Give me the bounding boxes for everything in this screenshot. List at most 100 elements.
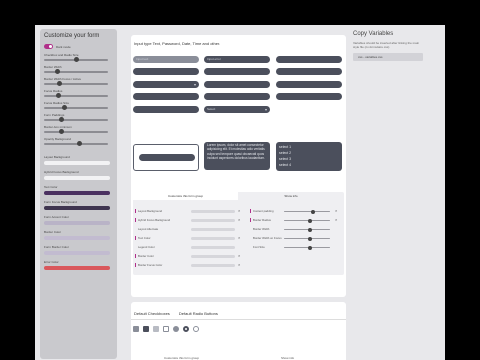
slider-track[interactable] [44, 93, 108, 98]
form-input[interactable] [133, 93, 199, 100]
color-label: Form Border Color [44, 245, 69, 249]
sidebar-color-row: Form Accent Color [44, 215, 113, 225]
slider-knob[interactable] [311, 209, 316, 214]
row-track[interactable] [191, 236, 235, 240]
slider-track[interactable] [44, 105, 108, 110]
slider-knob[interactable] [57, 81, 63, 86]
slider-knob[interactable] [308, 245, 313, 250]
form-input[interactable] [276, 68, 342, 75]
radio-button[interactable] [193, 326, 199, 332]
row-track[interactable] [191, 263, 235, 267]
slider-track[interactable] [44, 129, 108, 134]
slider-label: Border Width [44, 65, 62, 69]
slider-knob[interactable] [308, 236, 313, 241]
form-input[interactable] [133, 68, 199, 75]
close-icon[interactable]: × [238, 235, 240, 241]
close-icon[interactable]: × [238, 208, 240, 214]
slider-knob[interactable] [74, 57, 79, 62]
outline-field[interactable] [133, 144, 199, 171]
form-input[interactable] [276, 56, 342, 63]
form-input[interactable] [276, 93, 342, 100]
dark-mode-toggle[interactable] [44, 44, 53, 49]
variables-code-box[interactable]: css - variables.css [353, 53, 423, 61]
checkbox[interactable] [133, 326, 139, 332]
sidebar-color-row: Form Border Color [44, 245, 113, 255]
copy-variables-panel: Copy Variables Variables should be inser… [353, 31, 445, 360]
form-input[interactable] [133, 106, 199, 113]
form-input[interactable]: Input text [133, 56, 199, 63]
row-marker [250, 218, 251, 222]
color-swatch[interactable] [44, 221, 110, 225]
panel-row: Border Radius × [250, 217, 342, 223]
row-slider[interactable] [284, 245, 330, 250]
tab-default-radios[interactable]: Default Radio Buttons [179, 311, 218, 316]
tab-divider [131, 319, 346, 320]
textarea[interactable]: Lorem ipsum, dolor sit amet consectetur … [204, 142, 270, 170]
row-track[interactable] [191, 245, 235, 249]
slider-knob[interactable] [77, 141, 82, 146]
row-slider[interactable] [284, 218, 330, 223]
close-icon[interactable]: × [238, 217, 240, 223]
row-slider[interactable] [284, 227, 330, 232]
sidebar-color-row: Error Color [44, 260, 113, 270]
checkbox-radio-tabs: Default Checkboxes Default Radio Buttons [134, 311, 226, 316]
card2-footer-left[interactable]: Customize this form group [164, 356, 199, 360]
panel-row: Text Color × [135, 235, 243, 241]
color-swatch[interactable] [44, 251, 110, 255]
slider-knob[interactable] [56, 93, 61, 98]
tab-customize-group[interactable]: Customize this form group [133, 192, 238, 200]
row-slider[interactable] [284, 236, 330, 241]
slider-knob[interactable] [59, 129, 64, 134]
color-swatch[interactable] [44, 161, 110, 165]
color-swatch[interactable] [44, 176, 110, 180]
row-track[interactable] [191, 209, 235, 213]
checkbox-radio-card: Default Checkboxes Default Radio Buttons… [131, 302, 346, 360]
slider-track[interactable] [44, 117, 108, 122]
radio-button[interactable] [183, 326, 189, 332]
slider-track[interactable] [44, 81, 108, 86]
form-input[interactable]: Input error [204, 56, 270, 63]
listbox-option[interactable]: select 4 [279, 162, 339, 168]
slider-knob[interactable] [308, 227, 313, 232]
panel-row: Border Width [250, 226, 342, 232]
sidebar-slider-row: Checkbox and Radio Size [44, 53, 113, 62]
color-label: Hybrid Focus Background [44, 170, 79, 174]
color-swatch[interactable] [44, 236, 110, 240]
form-input[interactable] [133, 81, 199, 88]
form-input[interactable]: Select [204, 106, 270, 113]
row-track[interactable] [191, 227, 235, 231]
color-swatch[interactable] [44, 206, 110, 210]
checkbox[interactable] [143, 326, 149, 332]
row-slider[interactable] [284, 209, 330, 214]
slider-track[interactable] [44, 141, 108, 146]
checkbox[interactable] [153, 326, 159, 332]
slider-knob[interactable] [308, 218, 313, 223]
slider-track[interactable] [44, 69, 108, 74]
color-swatch[interactable] [44, 266, 110, 270]
row-track[interactable] [191, 218, 235, 222]
card2-footer-right[interactable]: Show info [281, 356, 294, 360]
form-input[interactable] [276, 81, 342, 88]
close-icon[interactable]: × [335, 217, 337, 223]
slider-track[interactable] [44, 57, 108, 62]
slider-knob[interactable] [62, 105, 67, 110]
row-track[interactable] [191, 254, 235, 258]
close-icon[interactable]: × [238, 253, 240, 259]
slider-knob[interactable] [54, 69, 60, 74]
tab-default-checkboxes[interactable]: Default Checkboxes [134, 311, 170, 316]
slider-knob[interactable] [59, 117, 64, 122]
close-icon[interactable]: × [335, 208, 337, 214]
form-input[interactable] [204, 81, 270, 88]
form-input[interactable] [204, 93, 270, 100]
radio-button[interactable] [173, 326, 179, 332]
dark-mode-row[interactable]: Dark mode [44, 44, 113, 49]
form-input[interactable] [204, 68, 270, 75]
tab-show-info[interactable]: Show info [238, 192, 344, 200]
sidebar-color-row: Layout Background [44, 155, 113, 165]
color-label: Text Color [44, 185, 58, 189]
multi-select-list[interactable]: select 1 select 2 select 3 select 4 [276, 142, 342, 171]
color-swatch[interactable] [44, 191, 110, 195]
row-marker [135, 218, 136, 222]
close-icon[interactable]: × [238, 262, 240, 268]
checkbox[interactable] [163, 326, 169, 332]
